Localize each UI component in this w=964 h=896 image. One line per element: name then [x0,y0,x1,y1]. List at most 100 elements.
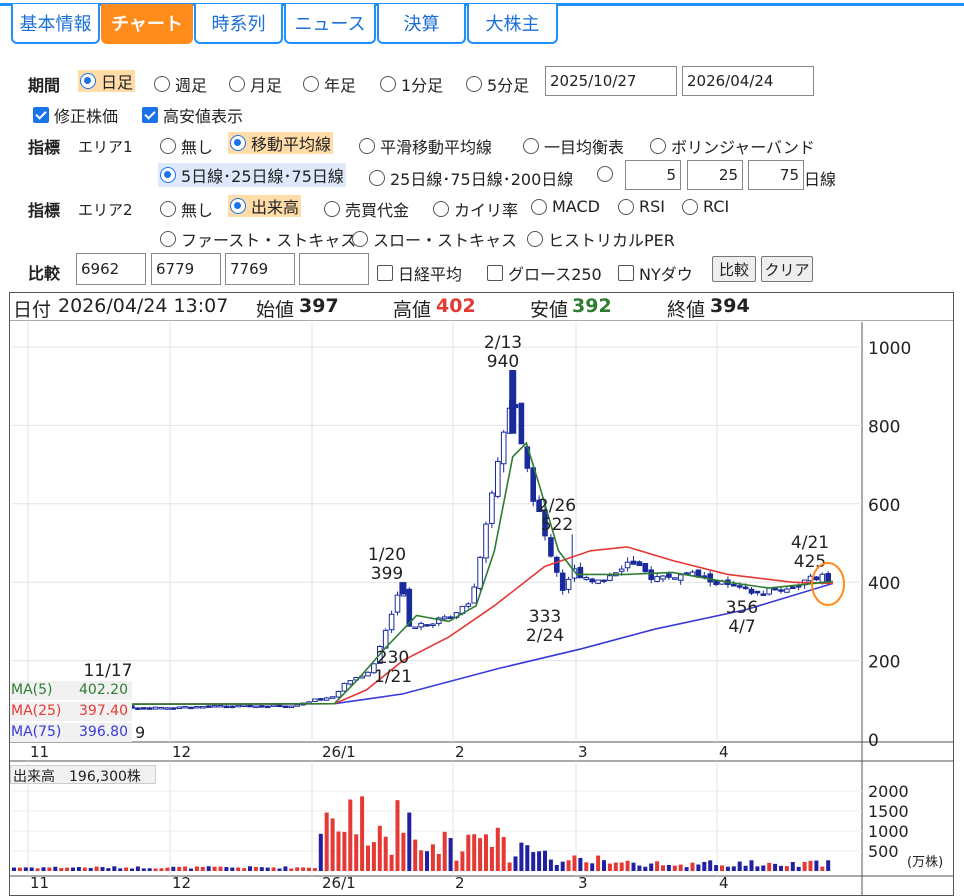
candle-body [205,705,212,708]
volume-bar [324,812,329,871]
volume-bar [737,861,742,871]
volume-bar [106,868,111,871]
volume-bar [531,852,536,871]
volume-bar [71,867,75,871]
candle-body [766,587,773,595]
volume-bar [395,800,400,871]
volume-bar [141,868,146,871]
volume-bar [436,853,441,871]
ma25-legend-name: MA(25) [11,703,62,719]
volume-bar [183,866,188,871]
volume-bar [147,868,152,871]
volume-bar [35,868,40,871]
candle-body [217,704,224,708]
volume-bar [566,860,571,871]
volume-bar [171,866,176,871]
candle-body [731,583,737,587]
volume-bar [643,866,648,871]
candle-body [318,698,324,701]
x-tick-label: 3 [578,874,588,892]
volume-bar [59,868,64,871]
volume-bar [714,865,719,871]
volume-bar [773,863,778,871]
volume-bar [413,839,418,871]
candle-body [164,707,171,710]
volume-bar [112,866,117,871]
volume-tick-label: 1500 [868,802,909,821]
candle-body [778,589,784,592]
volume-bar [448,838,453,871]
volume-bar [401,832,406,871]
volume-bar [12,867,16,871]
volume-bar [513,856,518,871]
volume-bar [371,842,376,871]
candle-body [554,556,560,573]
volume-bar [666,864,671,871]
candle-body [660,575,666,580]
candle-body [784,588,790,593]
volume-bar [407,812,412,871]
volume-bar [607,863,612,871]
volume-bar [224,867,229,871]
candle-body [365,671,371,677]
volume-bar [383,836,388,871]
price-tick-label: 200 [868,653,900,673]
ma75-line [13,582,834,706]
candle-body [341,682,348,692]
volume-bar [419,850,424,871]
volume-bar [820,866,825,871]
candle-body [548,537,554,557]
candle-body [158,706,165,710]
candle-body [323,697,330,701]
candle-body [146,707,153,710]
candle-body [518,402,525,445]
price-tick-label: 1000 [868,339,911,359]
candle-body [495,460,501,497]
partial-low-label: 9 [135,723,146,742]
volume-legend: 出来高 196,300株 [10,765,156,785]
volume-bar [489,846,494,871]
candle-body [790,586,796,590]
candle-body [388,613,395,631]
volume-bar [702,861,707,871]
volume-bar [460,851,465,871]
candle-body [672,577,678,580]
volume-bar [312,868,317,871]
price-tick-label: 800 [868,417,900,437]
volume-bar [761,865,766,871]
x-tick-label: 26/1 [322,743,356,761]
candle-body [595,579,601,584]
volume-bar [366,845,370,871]
volume-bar [430,844,435,871]
candle-body [412,626,418,630]
volume-bar [17,867,22,871]
ma25-legend-value: 397.40 [79,703,128,719]
candle-body [430,623,436,627]
volume-bar [330,818,335,871]
volume-bar [425,851,429,871]
chart-annotation: 522 [541,515,573,535]
volume-bar [802,862,807,871]
volume-bar [82,867,87,871]
volume-bar [790,861,795,871]
volume-bar [118,868,123,871]
volume-bar [277,868,282,871]
x-tick-label: 4 [719,743,729,761]
volume-bar [466,834,471,871]
x-tick-label: 12 [172,874,191,892]
volume-bar [194,866,199,871]
volume-bar [23,867,28,871]
volume-bar [548,859,553,871]
candle-body [471,586,477,604]
candle-body [630,560,637,565]
volume-bar [808,860,813,871]
candle-body [465,603,472,607]
volume-bar [613,862,618,871]
candle-body [559,572,566,591]
candle-body [194,705,200,709]
volume-tick-label: 2000 [868,782,909,801]
candle-body [565,578,572,590]
candle-body [276,704,283,708]
candle-body [813,576,820,581]
candle-body [264,705,271,709]
